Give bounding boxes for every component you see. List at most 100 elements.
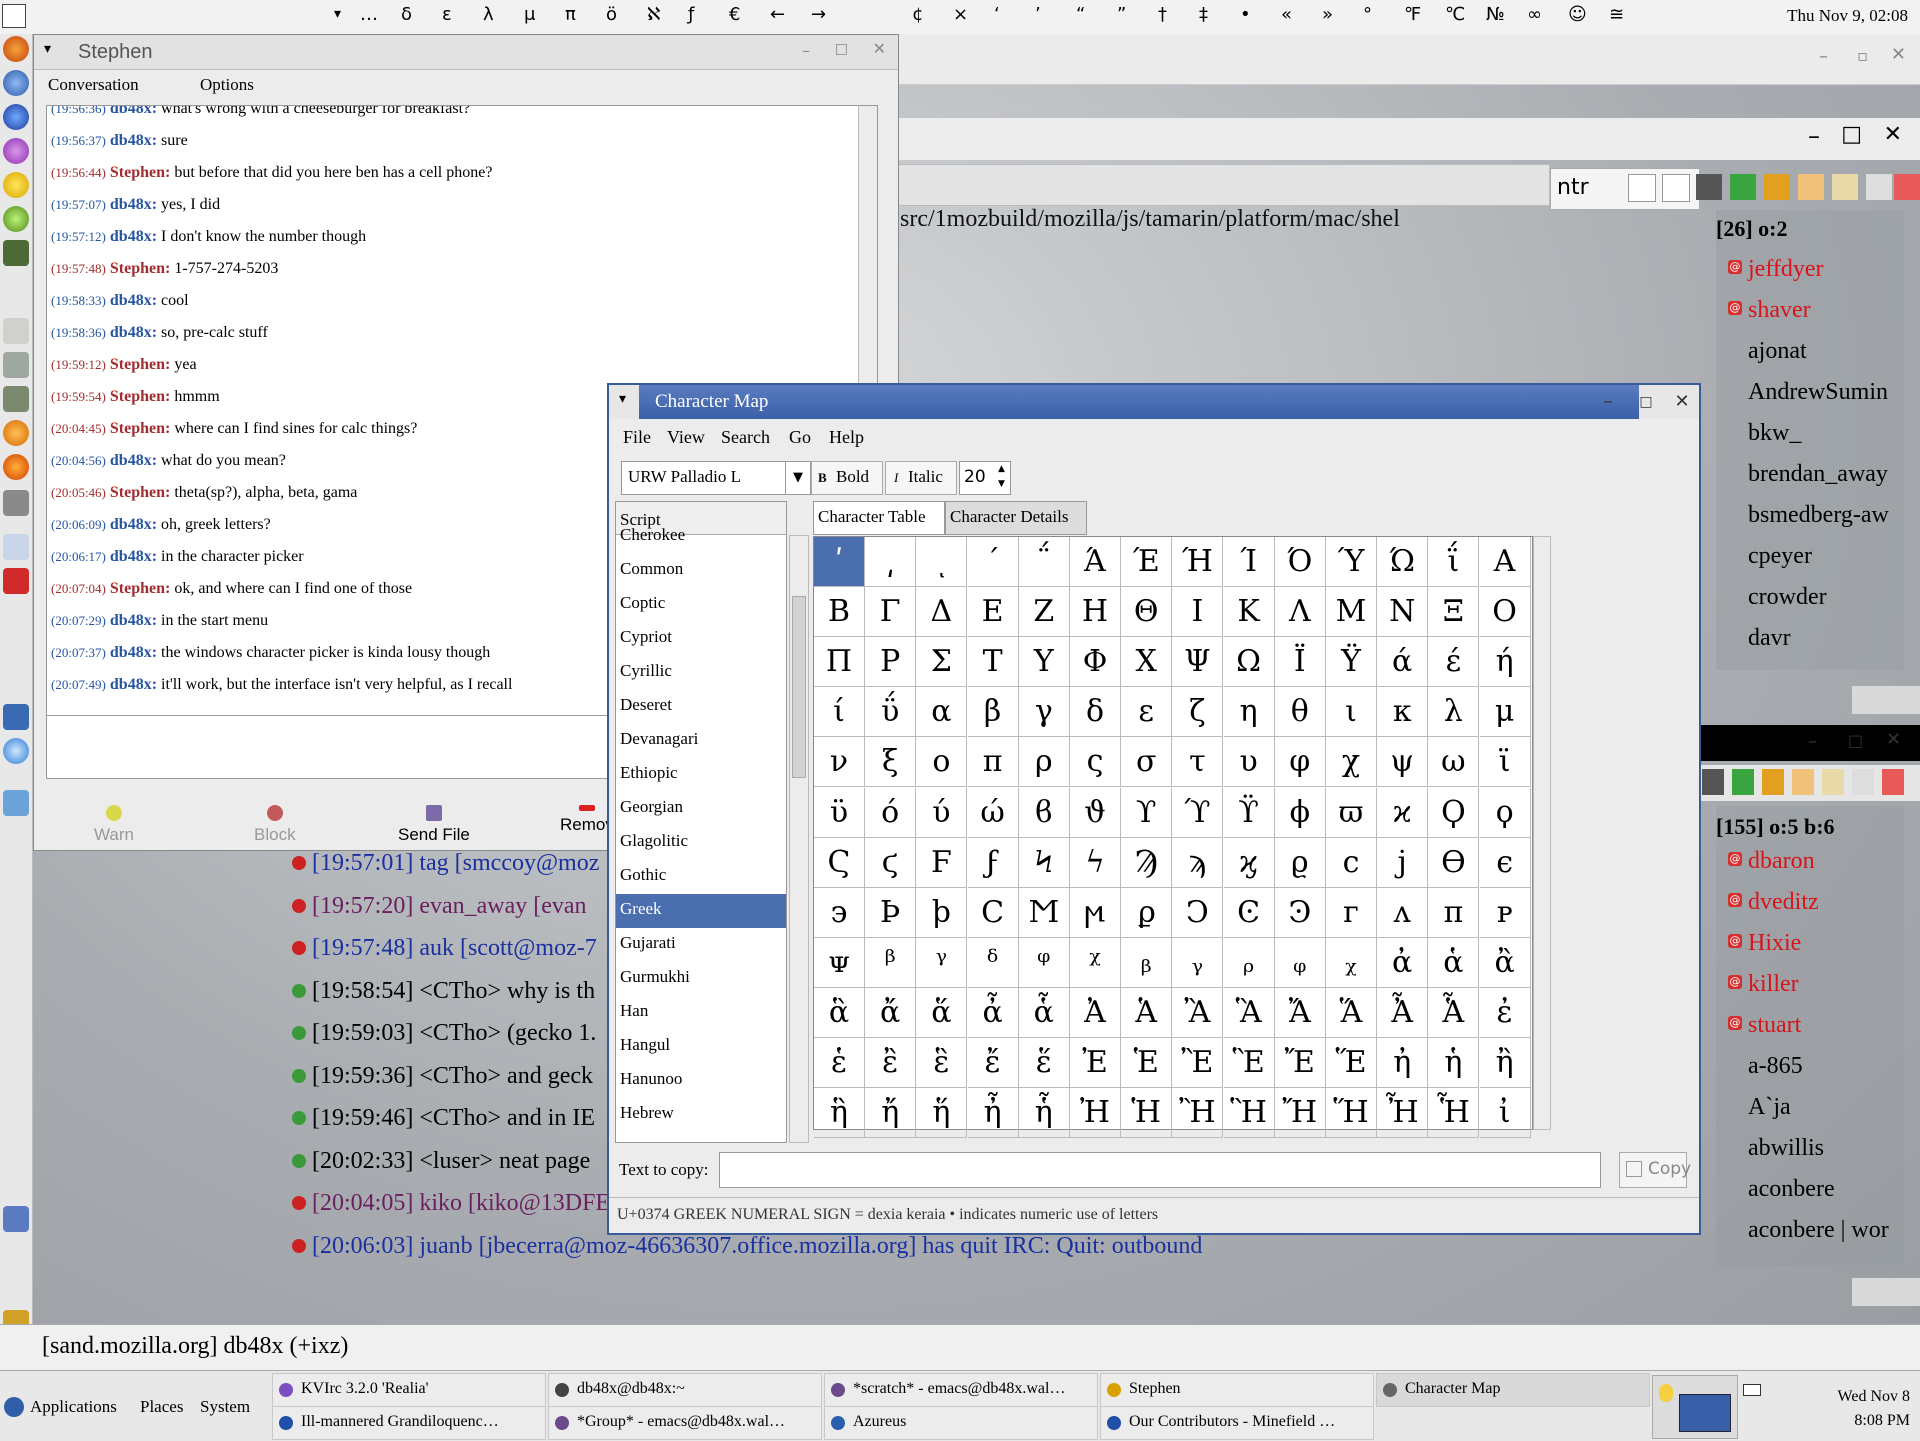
- minimize-icon[interactable]: –: [802, 41, 810, 60]
- user-list-item[interactable]: crowder: [1748, 584, 1827, 611]
- character-cell[interactable]: ϼ: [1121, 887, 1173, 938]
- character-cell[interactable]: Ϙ: [1428, 787, 1480, 838]
- character-cell[interactable]: Ἄ: [1274, 987, 1326, 1038]
- char-shortcut-18[interactable]: †: [1158, 4, 1167, 25]
- character-cell[interactable]: ἦ: [967, 1088, 1019, 1139]
- character-cell[interactable]: ἑ: [814, 1038, 865, 1088]
- char-shortcut-5[interactable]: π: [565, 4, 576, 25]
- script-item[interactable]: Hangul: [616, 1030, 786, 1064]
- menu-view[interactable]: View: [667, 427, 705, 448]
- script-item[interactable]: Cyrillic: [616, 656, 786, 690]
- character-cell[interactable]: ᵝ: [865, 937, 917, 988]
- char-shortcut-4[interactable]: μ: [524, 4, 535, 25]
- toolbar2-icon-5[interactable]: [1822, 769, 1844, 795]
- close-icon[interactable]: ✕: [1665, 385, 1699, 419]
- screen-icon[interactable]: [3, 790, 29, 816]
- char-shortcut-1[interactable]: δ: [401, 4, 412, 25]
- character-cell[interactable]: Ϋ: [1326, 637, 1377, 688]
- character-cell[interactable]: θ: [1274, 687, 1326, 738]
- script-item[interactable]: Georgian: [616, 792, 786, 826]
- character-cell[interactable]: ἤ: [865, 1088, 917, 1139]
- taskbar-button[interactable]: *scratch* - emacs@db48x.wal…: [824, 1373, 1098, 1407]
- bottom-clock[interactable]: Wed Nov 8 8:08 PM: [1838, 1385, 1910, 1433]
- script-item[interactable]: Hebrew: [616, 1098, 786, 1132]
- character-cell[interactable]: ϱ: [1274, 837, 1326, 888]
- character-cell[interactable]: ξ: [865, 737, 917, 788]
- character-cell[interactable]: ϟ: [1070, 837, 1121, 888]
- character-cell[interactable]: ἥ: [916, 1088, 968, 1139]
- character-cell[interactable]: ᵠ: [1018, 937, 1070, 988]
- italic-toggle[interactable]: I Italic: [885, 461, 957, 495]
- character-cell[interactable]: ζ: [1172, 687, 1224, 738]
- character-cell[interactable]: ϖ: [1326, 787, 1377, 838]
- character-cell[interactable]: ι: [1326, 687, 1377, 738]
- character-cell[interactable]: Ἀ: [1070, 987, 1121, 1038]
- char-shortcut-14[interactable]: ‘: [994, 4, 1000, 25]
- taskbar-button[interactable]: Azureus: [824, 1406, 1098, 1440]
- char-shortcut-17[interactable]: ”: [1117, 4, 1126, 25]
- character-cell[interactable]: ᴪ: [814, 937, 865, 988]
- refresh-icon[interactable]: [3, 738, 29, 764]
- mdi-maximize-icon[interactable]: □: [1841, 122, 1862, 147]
- arrow-icon[interactable]: [3, 1206, 29, 1232]
- character-cell[interactable]: Ϻ: [1018, 887, 1070, 938]
- character-cell[interactable]: ϕ: [1274, 787, 1326, 838]
- character-cell[interactable]: ϴ: [1428, 837, 1480, 888]
- character-cell[interactable]: ϵ: [1479, 837, 1531, 888]
- character-cell[interactable]: Ἠ: [1070, 1088, 1121, 1139]
- font-size-spinner[interactable]: 20 ▲ ▼: [959, 461, 1011, 495]
- toolbar2-icon-3[interactable]: [1762, 769, 1784, 795]
- character-cell[interactable]: Ϸ: [865, 887, 917, 938]
- character-cell[interactable]: Ἦ: [1377, 1088, 1429, 1139]
- character-grid[interactable]: ʹ ͵ ͺ ΄ ΅ Ά Έ Ή Ί Ό Ύ Ώΐ Α Β Γ Δ Ε Ζ Η Θ Ι Κ Λ Μ Ν Ξ Ο Π Ρ Σ Τ Υ Φ Χ Ψ Ω Ϊ Ϋά…: [813, 536, 1533, 1139]
- character-cell[interactable]: λ: [1428, 687, 1480, 738]
- character-cell[interactable]: ϗ: [1223, 837, 1275, 888]
- charmap-titlebar[interactable]: ▾ Character Map – □ ✕: [609, 385, 1699, 419]
- user-list-item[interactable]: killer: [1748, 971, 1799, 998]
- firefox-icon[interactable]: [3, 36, 29, 62]
- character-cell[interactable]: δ: [1070, 687, 1121, 738]
- toolbar-icon-3[interactable]: [1696, 174, 1722, 200]
- character-cell[interactable]: ϊ: [1479, 737, 1531, 788]
- character-cell[interactable]: ϰ: [1377, 787, 1429, 838]
- browser-icon[interactable]: [3, 104, 29, 130]
- character-cell[interactable]: ά: [1377, 637, 1429, 688]
- character-cell[interactable]: σ: [1121, 737, 1173, 788]
- terminal-icon[interactable]: [3, 240, 29, 266]
- toolbar-icon-7[interactable]: [1832, 174, 1858, 200]
- conversation-titlebar[interactable]: ▾ Stephen – □ ✕: [34, 35, 898, 70]
- script-item[interactable]: Glagolitic: [616, 826, 786, 860]
- user-list-item[interactable]: shaver: [1748, 297, 1811, 324]
- character-cell[interactable]: ϓ: [1172, 787, 1224, 838]
- window-menu-icon[interactable]: ▾: [44, 41, 51, 57]
- toolbar-icon-1[interactable]: [1628, 174, 1656, 202]
- menu-go[interactable]: Go: [789, 427, 811, 448]
- character-cell[interactable]: ᵩ: [1274, 937, 1326, 988]
- menu-help[interactable]: Help: [829, 427, 864, 448]
- character-cell[interactable]: Τ: [967, 637, 1019, 688]
- character-cell[interactable]: μ: [1479, 687, 1531, 738]
- character-cell[interactable]: χ: [1326, 737, 1377, 788]
- system-menu-icon[interactable]: [2, 4, 26, 28]
- character-cell[interactable]: Ϊ: [1274, 637, 1326, 688]
- kvirc-titlebar[interactable]: – ▫ ✕: [733, 34, 1920, 85]
- character-cell[interactable]: ͵: [865, 537, 917, 587]
- character-cell[interactable]: γ: [1018, 687, 1070, 738]
- character-cell[interactable]: ἁ: [1428, 937, 1480, 988]
- character-cell[interactable]: Α: [1479, 537, 1531, 587]
- card-game-icon[interactable]: [3, 534, 29, 560]
- character-cell[interactable]: Ώ: [1377, 537, 1429, 587]
- character-cell[interactable]: Ἁ: [1121, 987, 1173, 1038]
- character-cell[interactable]: ἒ: [865, 1038, 917, 1088]
- font-family-combo[interactable]: URW Palladio L ▼: [621, 461, 811, 495]
- taskbar-button[interactable]: db48x@db48x:~: [548, 1373, 822, 1407]
- character-cell[interactable]: ἅ: [916, 987, 968, 1038]
- character-cell[interactable]: Ἔ: [1274, 1038, 1326, 1088]
- user-list-item[interactable]: stuart: [1748, 1012, 1801, 1039]
- char-shortcut-20[interactable]: •: [1240, 4, 1251, 25]
- character-cell[interactable]: ΅: [1018, 537, 1070, 587]
- user-list-item[interactable]: cpeyer: [1748, 543, 1812, 570]
- script-list[interactable]: Script Cherokee Common Coptic Cypriot Cyrill…: [615, 501, 787, 1143]
- spin-arrows-icon[interactable]: ▲ ▼: [998, 462, 1005, 492]
- character-cell[interactable]: ϻ: [1070, 887, 1121, 938]
